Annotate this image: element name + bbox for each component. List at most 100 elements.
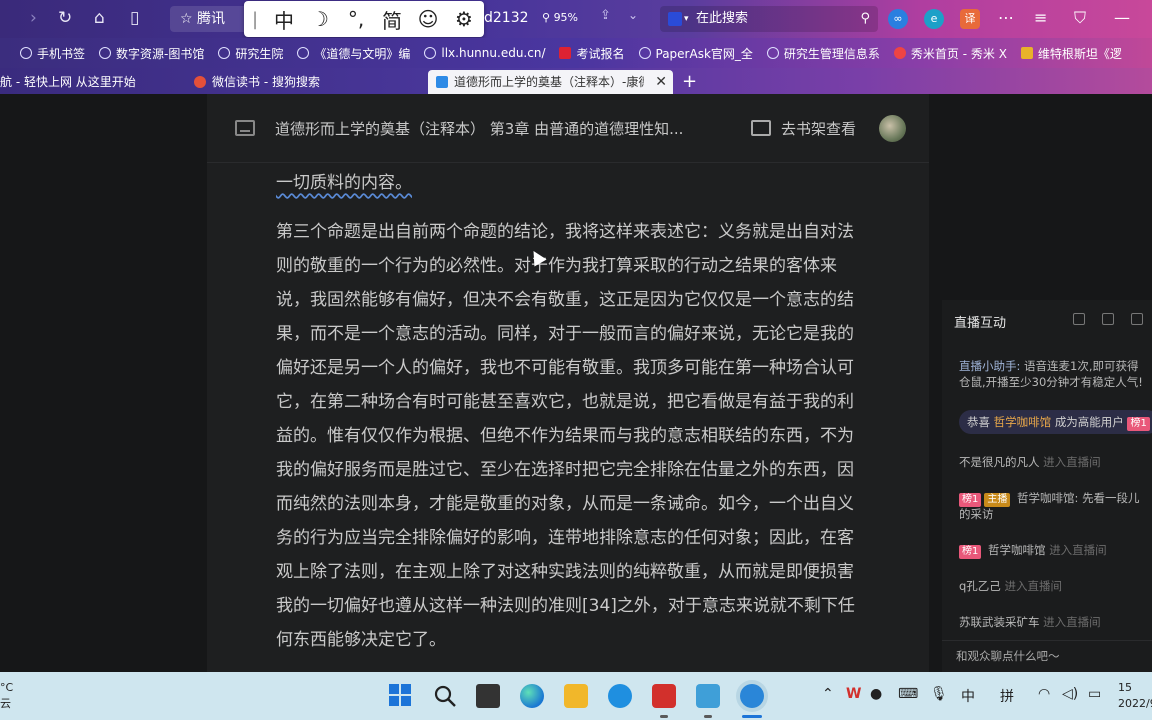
chat-nick: 不是很凡的凡人 [959, 455, 1040, 469]
reading-mode-icon[interactable]: ▯ [130, 8, 139, 28]
tab-label: 微信读书 - 搜狗搜索 [212, 75, 320, 89]
chat-action: 进入直播间 [1004, 579, 1062, 593]
text-line: 第三个命题是出自前两个命题的结论，我将这样来表述它：义务就是出自对法 [276, 222, 854, 242]
avatar[interactable] [879, 115, 906, 142]
chevron-up-icon[interactable]: ⌃ [822, 686, 834, 702]
simplified-button[interactable]: 简 [374, 5, 410, 34]
weather-widget[interactable]: °C 云 [0, 680, 13, 712]
address-bar-text[interactable]: d2132 [484, 10, 529, 26]
translate-icon[interactable]: 译 [960, 9, 980, 29]
more-icon[interactable]: ⋯ [998, 8, 1014, 27]
text-line: 何东西能够决定它了。 [276, 630, 446, 650]
chat-nick: q孔乙己 [959, 579, 1001, 593]
close-icon[interactable]: ✕ [655, 70, 667, 94]
bookmark-item[interactable]: 考试报名 [559, 45, 625, 62]
chat-action: 进入直播间 [1043, 455, 1101, 469]
share-icon[interactable]: ⇪ [600, 8, 611, 23]
home-icon[interactable]: ⌂ [94, 8, 105, 28]
bookshelf-button[interactable]: 去书架查看 [781, 118, 856, 139]
chat-message: 榜1 哲学咖啡馆 进入直播间 [959, 542, 1107, 559]
emoji-icon[interactable]: ☺ [410, 7, 446, 31]
ime-mode-button[interactable]: 中 [266, 5, 302, 34]
microphone-icon[interactable]: 🎙︎ [930, 686, 948, 702]
text-line: 而纯然的法则本身，才能是敬重的对象，从而是一条诫命。如今，一个出自义 [276, 494, 854, 514]
bookshelf-icon[interactable] [751, 120, 771, 136]
text-line: 观上除了法则，在主观上除了对这种实践法则的纯粹敬重，从而就是即便损害 [276, 562, 854, 582]
punctuation-button[interactable]: °, [338, 7, 374, 31]
bookmark-item[interactable]: PaperAsk官网_全 [638, 45, 753, 62]
app-icon[interactable] [696, 684, 720, 708]
search-icon[interactable] [433, 684, 457, 708]
active-browser-icon[interactable] [740, 684, 764, 708]
chevron-down-icon[interactable]: ⌄ [628, 8, 638, 22]
extension-infinity-icon[interactable]: ∞ [888, 9, 908, 29]
text-line: 则的敬重的一个行为的必然性。对于作为我打算采取的行动之结果的客体来 [276, 256, 837, 276]
windows-start-icon[interactable] [389, 684, 413, 708]
popout-icon[interactable] [1073, 313, 1085, 325]
block-icon[interactable] [1102, 313, 1114, 325]
menu-icon[interactable]: ≡ [1034, 8, 1047, 27]
battery-icon[interactable]: ▭ [1088, 686, 1101, 702]
edge-icon[interactable] [520, 684, 544, 708]
taskbar: °C 云 ⌃ W ● ⌨ 🎙︎ 中 拼 ◠ ◁) ▭ 15 2022/9 [0, 672, 1152, 720]
tab-weread-search[interactable]: 微信读书 - 搜狗搜索 [186, 70, 422, 94]
tab-weread-book[interactable]: 道德形而上学的奠基（注释本）-康德 ✕ [428, 70, 673, 94]
bookmark-label: 研究生管理信息系 [783, 46, 880, 61]
reader-header: 道德形而上学的奠基（注释本） 第3章 由普通的道德理性知... 去书架查看 [207, 94, 929, 163]
bookmark-item[interactable]: 维特根斯坦《逻 [1020, 45, 1122, 62]
ime-settings-icon[interactable]: ⚙ [446, 7, 482, 31]
wps-icon[interactable] [652, 684, 676, 708]
chat-message: 苏联武装采矿车 进入直播间 [959, 614, 1101, 630]
keyboard-icon[interactable]: ⌨ [898, 686, 918, 702]
search-engine-icon[interactable] [668, 12, 682, 26]
bookmark-icon [99, 47, 112, 59]
bookmark-item[interactable]: 秀米首页 - 秀米 X [893, 45, 1007, 62]
clock[interactable]: 15 2022/9 [1118, 680, 1152, 712]
chat-nick: 哲学咖啡馆: [1017, 491, 1079, 505]
file-explorer-icon[interactable] [564, 684, 588, 708]
text-line: 果，而不是一个意志的活动。同样，对于一般而言的偏好来说，无论它是我的 [276, 324, 854, 344]
ime-pinyin-indicator[interactable]: 拼 [1000, 686, 1014, 706]
welcome-suffix: 成为高能用户 [1054, 415, 1124, 429]
bookmark-label: 手机书签 [37, 46, 86, 61]
bookmark-label: 数字资源-图书馆 [116, 46, 205, 61]
ime-drag-handle[interactable]: | [244, 9, 266, 30]
catalog-icon[interactable] [235, 120, 255, 136]
bookmark-label: 秀米首页 - 秀米 X [910, 46, 1007, 61]
text-line: 偏好还是另一个人的偏好，我也不可能有敬重。我顶多可能在第一种场合认可 [276, 358, 854, 378]
engine-dropdown-icon[interactable]: ▾ [684, 6, 689, 32]
moon-icon[interactable]: ☽ [302, 7, 338, 31]
running-indicator [704, 715, 712, 718]
minimize-icon[interactable]: — [1114, 8, 1130, 27]
refresh-icon[interactable]: ↻ [58, 8, 72, 28]
rank-badge: 榜1 [959, 493, 982, 507]
wifi-icon[interactable]: ◠ [1038, 686, 1050, 702]
bookmark-item[interactable]: 研究生管理信息系 [766, 45, 880, 62]
browser-app-icon[interactable] [608, 684, 632, 708]
chat-input[interactable]: 和观众聊点什么吧～ [942, 640, 1152, 672]
extension-e-icon[interactable]: e [924, 9, 944, 29]
tab-navigation[interactable]: 航 - 轻快上网 从这里开始 [0, 70, 180, 94]
bookmark-item[interactable]: 研究生院 [218, 45, 283, 62]
bookmark-item[interactable]: llx.hunnu.edu.cn/ [424, 46, 545, 60]
weather-desc: 云 [0, 697, 11, 710]
qq-icon[interactable]: ● [870, 686, 882, 702]
favorites-button[interactable]: ☆ 腾讯 [170, 6, 250, 32]
forward-icon[interactable]: › [30, 8, 37, 28]
bookmark-item[interactable]: 手机书签 [20, 45, 85, 62]
star-icon: ☆ [180, 11, 193, 27]
lock-icon[interactable] [1131, 313, 1143, 325]
bookmark-item[interactable]: 《道德与文明》编 [297, 45, 410, 62]
new-tab-icon[interactable]: + [682, 70, 697, 94]
wps-tray-icon[interactable]: W [846, 686, 861, 702]
chat-message: 的采访 [959, 506, 994, 522]
search-icon[interactable]: ⚲ [860, 6, 870, 32]
search-input[interactable]: ▾ 在此搜索 ⚲ [660, 6, 878, 32]
ime-mode-indicator[interactable]: 中 [961, 686, 975, 706]
bookmark-item[interactable]: 数字资源-图书馆 [99, 45, 204, 62]
text-line: 务的行为应当完全排除偏好的影响，连带地排除意志的任何对象；因此，在客 [276, 528, 854, 548]
zoom-level[interactable]: ⚲ 95% [542, 11, 578, 24]
volume-icon[interactable]: ◁) [1062, 686, 1078, 702]
shirt-icon[interactable]: ⛉ [1074, 8, 1086, 28]
task-view-icon[interactable] [476, 684, 500, 708]
